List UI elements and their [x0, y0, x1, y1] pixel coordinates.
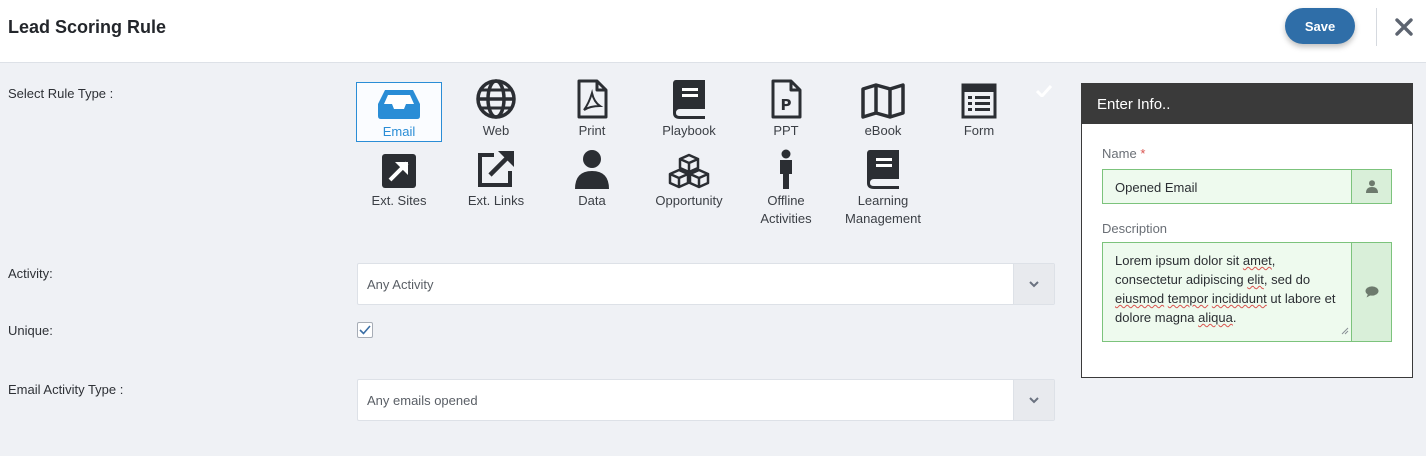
- rule-type-label-text: eBook: [864, 123, 902, 138]
- rule-type-playbook[interactable]: Playbook: [646, 80, 732, 142]
- rule-type-label-text: Print: [578, 123, 606, 138]
- activity-label: Activity:: [8, 266, 53, 281]
- modal-header: Lead Scoring Rule Save: [0, 0, 1426, 63]
- close-icon: [1395, 18, 1413, 36]
- info-panel-title: Enter Info..: [1082, 84, 1412, 124]
- name-field-value: Opened Email: [1115, 180, 1198, 195]
- checkmark-icon: [359, 325, 371, 335]
- email-activity-type-value: Any emails opened: [367, 393, 478, 408]
- rule-type-offline-activities[interactable]: Offline Activities: [743, 149, 829, 232]
- rule-type-label-text: Opportunity: [655, 193, 723, 208]
- name-field-addon: [1351, 170, 1391, 203]
- rule-type-label-text: Learning Management: [845, 193, 921, 226]
- rule-type-ebook[interactable]: eBook: [840, 82, 926, 142]
- activity-select[interactable]: Any Activity: [357, 263, 1055, 305]
- inbox-icon: [378, 90, 420, 119]
- rule-type-label-text: Ext. Sites: [371, 193, 427, 208]
- rule-type-label-text: Data: [578, 193, 606, 208]
- modal-title: Lead Scoring Rule: [8, 17, 167, 37]
- rule-type-opportunity[interactable]: Opportunity: [646, 152, 732, 232]
- rule-type-print[interactable]: Print: [549, 79, 635, 142]
- globe-icon: [476, 79, 516, 119]
- chevron-down-icon: [1029, 280, 1039, 287]
- person-icon: [780, 149, 792, 189]
- rule-type-label-text: Ext. Links: [467, 193, 525, 208]
- rule-type-label-text: Email: [382, 124, 416, 139]
- rule-type-label: Select Rule Type :: [8, 86, 114, 101]
- unique-checkbox[interactable]: [357, 322, 373, 338]
- unique-label: Unique:: [8, 323, 53, 338]
- rule-type-email[interactable]: Email: [356, 82, 442, 142]
- rule-type-ext-links[interactable]: Ext. Links: [453, 151, 539, 232]
- book-icon: [673, 80, 705, 119]
- form-icon: [961, 83, 997, 119]
- rule-type-web[interactable]: Web: [453, 79, 539, 142]
- email-activity-type-select[interactable]: Any emails opened: [357, 379, 1055, 421]
- svg-text:P: P: [781, 96, 792, 114]
- activity-select-value: Any Activity: [367, 277, 434, 292]
- cubes-icon: [668, 153, 710, 189]
- rule-type-label-text: Offline Activities: [760, 193, 812, 226]
- close-button[interactable]: [1393, 14, 1415, 40]
- description-field-value: Lorem ipsum dolor sit amet, consectetur …: [1115, 253, 1336, 325]
- email-activity-type-label: Email Activity Type :: [8, 382, 124, 397]
- rule-type-data[interactable]: Data: [549, 150, 635, 232]
- description-field[interactable]: Lorem ipsum dolor sit amet, consectetur …: [1102, 242, 1392, 342]
- rule-type-label-text: Form: [963, 123, 995, 138]
- info-panel: Enter Info.. Name * Opened Email Descrip…: [1081, 83, 1413, 378]
- chevron-down-icon: [1029, 396, 1039, 403]
- resize-handle[interactable]: [1341, 322, 1349, 340]
- email-activity-type-toggle[interactable]: [1013, 380, 1054, 420]
- pdf-file-icon: [577, 79, 608, 119]
- arrow-square-icon: [382, 154, 416, 188]
- user-icon: [575, 150, 609, 189]
- description-field-addon: [1351, 243, 1391, 341]
- user-icon: [1365, 180, 1378, 193]
- ppt-file-icon: P: [771, 79, 802, 119]
- header-divider: [1376, 8, 1377, 46]
- comment-icon: [1365, 286, 1378, 298]
- save-button[interactable]: Save: [1285, 8, 1355, 44]
- name-field[interactable]: Opened Email: [1102, 169, 1392, 204]
- external-link-icon: [478, 151, 514, 187]
- book-icon: [867, 150, 899, 189]
- description-label: Description: [1102, 221, 1168, 236]
- map-icon: [861, 83, 905, 119]
- name-label: Name *: [1102, 146, 1145, 161]
- required-marker: *: [1140, 146, 1146, 161]
- activity-select-toggle[interactable]: [1013, 264, 1054, 304]
- rule-type-learning-management[interactable]: Learning Management: [840, 150, 926, 232]
- rule-type-form[interactable]: Form: [936, 82, 1022, 142]
- rule-type-label-text: Web: [482, 123, 510, 138]
- rule-type-ppt[interactable]: P PPT: [743, 79, 829, 142]
- rule-type-label-text: PPT: [773, 123, 799, 138]
- check-icon: [1035, 84, 1053, 102]
- rule-type-label-text: Playbook: [662, 123, 716, 138]
- name-label-text: Name: [1102, 146, 1137, 161]
- rule-type-ext-sites[interactable]: Ext. Sites: [356, 152, 442, 232]
